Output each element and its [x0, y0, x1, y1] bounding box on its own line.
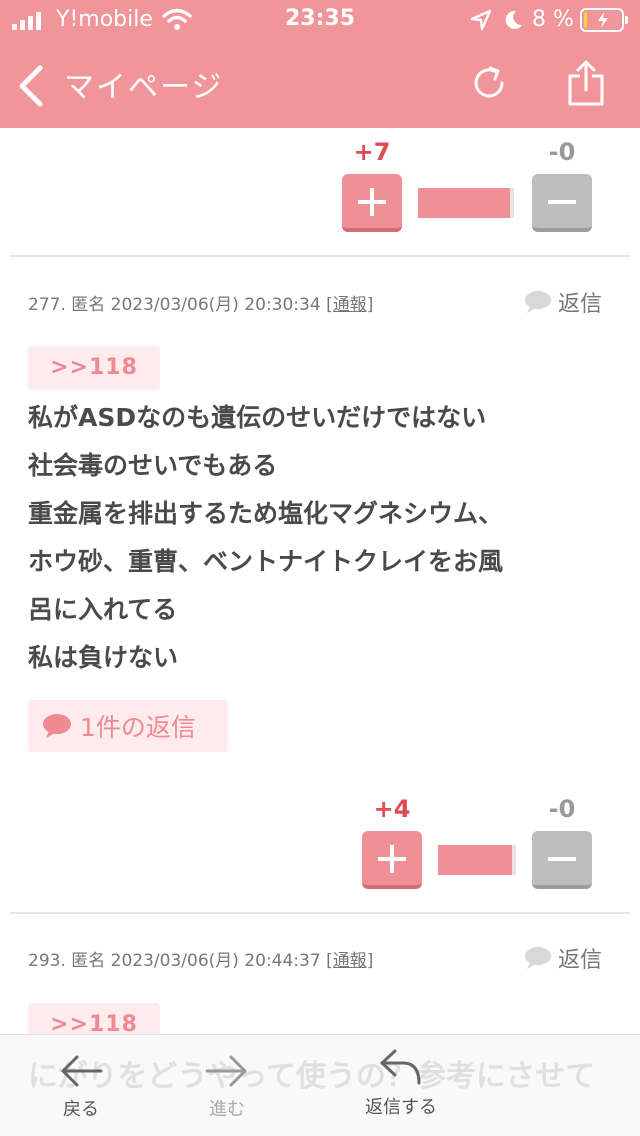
minus-icon	[548, 857, 576, 861]
reply-arrow-icon	[380, 1049, 421, 1085]
reply-button[interactable]: 返信する	[354, 1047, 448, 1119]
post-line: にがりをどうやって使うの？参考にさせて	[28, 1059, 596, 1094]
plus-button[interactable]	[362, 831, 422, 889]
plus-icon	[358, 188, 386, 216]
post-line: ホウ砂、重曹、ベントナイトクレイをお風	[28, 547, 504, 576]
vote-ratio-fill	[438, 845, 513, 875]
carrier-name: Y!mobile	[56, 7, 153, 32]
share-icon[interactable]	[566, 60, 606, 106]
plus-icon	[378, 845, 406, 873]
minus-button[interactable]	[532, 174, 592, 232]
plus-button[interactable]	[342, 174, 402, 232]
battery-percent: 8 %	[532, 7, 574, 32]
page-title[interactable]: マイページ	[64, 62, 223, 106]
status-bar: Y!mobile 23:35 8 %	[0, 0, 640, 40]
vote-ratio-fill	[418, 188, 511, 218]
forward-button[interactable]: 進む	[192, 1053, 262, 1121]
speech-bubble-icon	[43, 714, 71, 738]
report-link[interactable]: [通報]	[326, 951, 373, 971]
report-link[interactable]: [通報]	[326, 295, 373, 315]
bottom-toolbar: にがりをどうやって使うの？参考にさせて 戻る 進む 返信する	[0, 1034, 640, 1136]
vote-panel: +4 -0	[362, 795, 622, 889]
moon-icon	[505, 10, 522, 29]
wifi-icon	[162, 8, 192, 30]
divider	[10, 912, 630, 914]
post-line: 私は負けない	[28, 643, 179, 672]
arrow-right-icon	[205, 1055, 247, 1087]
reply-count-label: 1件の返信	[80, 713, 196, 742]
back-label: 戻る	[63, 1099, 99, 1120]
post-line: 呂に入れてる	[28, 595, 178, 624]
vote-panel: +7 -0	[342, 138, 602, 232]
anchor-link[interactable]: >>118	[28, 346, 160, 390]
signal-icon	[12, 12, 41, 30]
minus-icon	[548, 200, 576, 204]
post-body: 私がASDなのも遺伝のせいだけではない 社会毒のせいでもある 重金属を排出するた…	[28, 394, 628, 682]
arrow-left-icon	[61, 1055, 103, 1087]
reply-label: 返信	[558, 948, 603, 973]
reply-label: 返信	[558, 292, 603, 317]
divider	[10, 255, 630, 257]
post-meta-text: 277. 匿名 2023/03/06(月) 20:30:34	[28, 295, 321, 315]
post-meta: 293. 匿名 2023/03/06(月) 20:44:37 [通報]	[28, 946, 373, 971]
post-line: 社会毒のせいでもある	[28, 451, 278, 480]
back-button[interactable]: 戻る	[46, 1053, 116, 1121]
forward-label: 進む	[209, 1099, 245, 1120]
post-meta-text: 293. 匿名 2023/03/06(月) 20:44:37	[28, 951, 321, 971]
plus-count: +4	[373, 795, 411, 823]
post-line: 私がASDなのも遺伝のせいだけではない	[28, 403, 487, 432]
reply-link[interactable]: 返信	[524, 286, 602, 318]
location-arrow-icon	[470, 9, 492, 31]
post-meta: 277. 匿名 2023/03/06(月) 20:30:34 [通報]	[28, 290, 373, 315]
reload-icon[interactable]	[468, 62, 510, 104]
reply-button-label: 返信する	[365, 1097, 437, 1118]
battery-icon	[580, 8, 628, 32]
minus-button[interactable]	[532, 831, 592, 889]
post-line: 重金属を排出するため塩化マグネシウム、	[28, 499, 504, 528]
speech-bubble-icon	[525, 291, 551, 313]
reply-link[interactable]: 返信	[524, 942, 602, 974]
nav-bar: マイページ	[0, 40, 640, 128]
minus-count: -0	[548, 138, 576, 166]
reply-count-button[interactable]: 1件の返信	[28, 700, 228, 752]
minus-count: -0	[548, 795, 576, 823]
plus-count: +7	[353, 138, 391, 166]
vote-ratio-bar	[418, 188, 514, 218]
chevron-left-icon[interactable]	[14, 64, 50, 108]
vote-ratio-bar	[438, 845, 516, 875]
speech-bubble-icon	[525, 947, 551, 969]
